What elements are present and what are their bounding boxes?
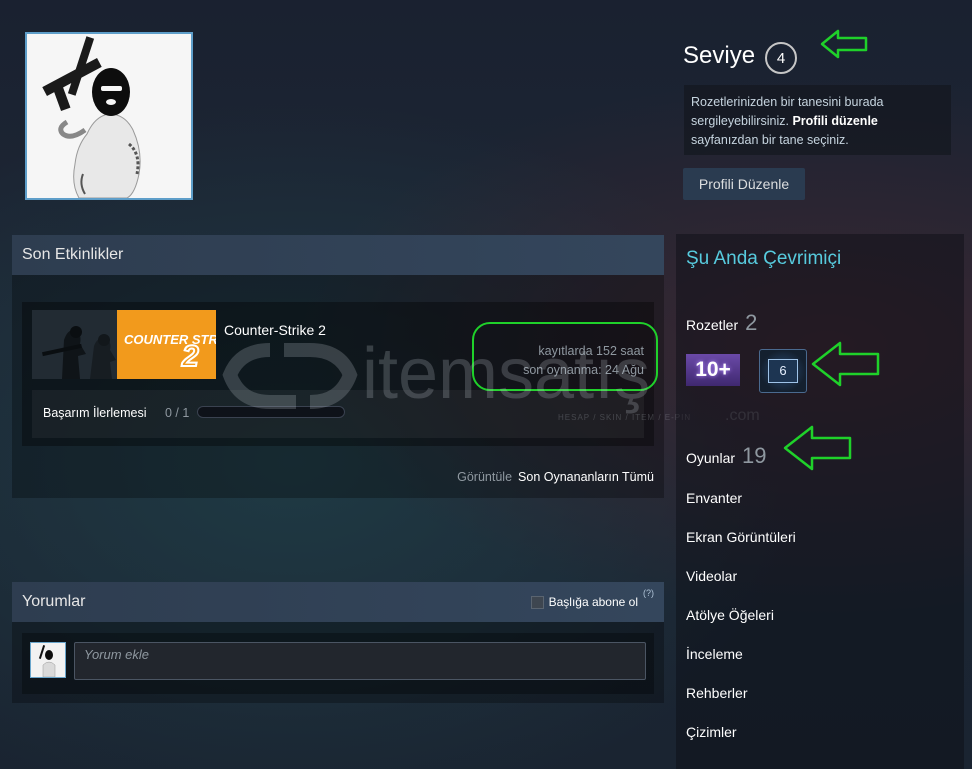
achievement-progress-bar: [197, 406, 345, 418]
comments-header: Yorumlar Başlığa abone ol (?): [12, 582, 664, 622]
sidebar-link-inventory[interactable]: Envanter: [686, 490, 742, 506]
badge-showcase-tip: Rozetlerinizden bir tanesini burada serg…: [684, 85, 951, 155]
sidebar-link-workshop[interactable]: Atölye Öğeleri: [686, 607, 774, 623]
badges-count: 2: [745, 310, 758, 335]
counter-strike-capsule-art: COUNTER STRIKE 2: [32, 310, 216, 379]
recent-activity-title: Son Etkinlikler: [22, 246, 124, 263]
comments-title: Yorumlar: [22, 593, 86, 610]
annotation-arrow-icon: [811, 341, 880, 387]
achievement-progress-count: 0 / 1: [165, 406, 190, 420]
view-all-recent: Görüntüle Son Oynananların Tümü: [380, 470, 654, 484]
games-label[interactable]: Oyunlar: [686, 450, 735, 466]
subscribe-thread-toggle[interactable]: Başlığa abone ol: [530, 595, 638, 609]
annotation-circle: [472, 322, 658, 391]
help-icon[interactable]: (?): [643, 588, 654, 598]
achievement-progress-label[interactable]: Başarım İlerlemesi: [43, 406, 147, 420]
sidebar-link-screenshots[interactable]: Ekran Görüntüleri: [686, 529, 796, 545]
view-all-prefix: Görüntüle: [457, 470, 513, 484]
edit-profile-link[interactable]: Profili düzenle: [792, 114, 877, 128]
profile-avatar: [25, 32, 193, 200]
sidebar-link-videos[interactable]: Videolar: [686, 568, 737, 584]
sidebar-badges[interactable]: Rozetler 2: [686, 310, 757, 336]
level-row: Seviye 4: [683, 38, 798, 74]
comment-input[interactable]: [74, 642, 646, 680]
level-title: Seviye: [683, 42, 756, 69]
commenter-avatar: [30, 642, 66, 678]
level-badge[interactable]: 4: [765, 42, 798, 74]
sidebar-games[interactable]: Oyunlar 19: [686, 443, 767, 469]
edit-profile-button[interactable]: Profili Düzenle: [683, 168, 805, 200]
view-all-recent-link[interactable]: Son Oynananların Tümü: [518, 470, 654, 484]
badge-tip-text-2: sayfanızdan bir tane seçiniz.: [691, 133, 849, 147]
capsule-title-text: COUNTER STRIKE: [124, 332, 216, 347]
capsule-number-text: 2: [181, 340, 199, 373]
game-capsule-image[interactable]: COUNTER STRIKE 2: [32, 310, 216, 379]
game-badge-level: 6: [768, 359, 798, 383]
annotation-arrow-icon: [820, 29, 868, 59]
subscribe-checkbox[interactable]: [530, 595, 544, 609]
game-name-link[interactable]: Counter-Strike 2: [224, 322, 326, 338]
annotation-arrow-icon: [783, 425, 852, 471]
avatar-image: [27, 34, 191, 198]
sidebar-link-reviews[interactable]: İnceleme: [686, 646, 743, 662]
sidebar-link-guides[interactable]: Rehberler: [686, 685, 747, 701]
game-badge[interactable]: 6: [759, 349, 807, 393]
badges-label[interactable]: Rozetler: [686, 317, 738, 333]
online-status: Şu Anda Çevrimiçi: [686, 248, 842, 269]
recent-activity-header: Son Etkinlikler: [12, 235, 664, 275]
subscribe-label: Başlığa abone ol: [548, 595, 638, 609]
commenter-avatar-image: [31, 643, 65, 677]
games-count: 19: [742, 443, 767, 468]
years-of-service-badge[interactable]: 10+: [686, 354, 740, 386]
sidebar-link-artwork[interactable]: Çizimler: [686, 724, 737, 740]
